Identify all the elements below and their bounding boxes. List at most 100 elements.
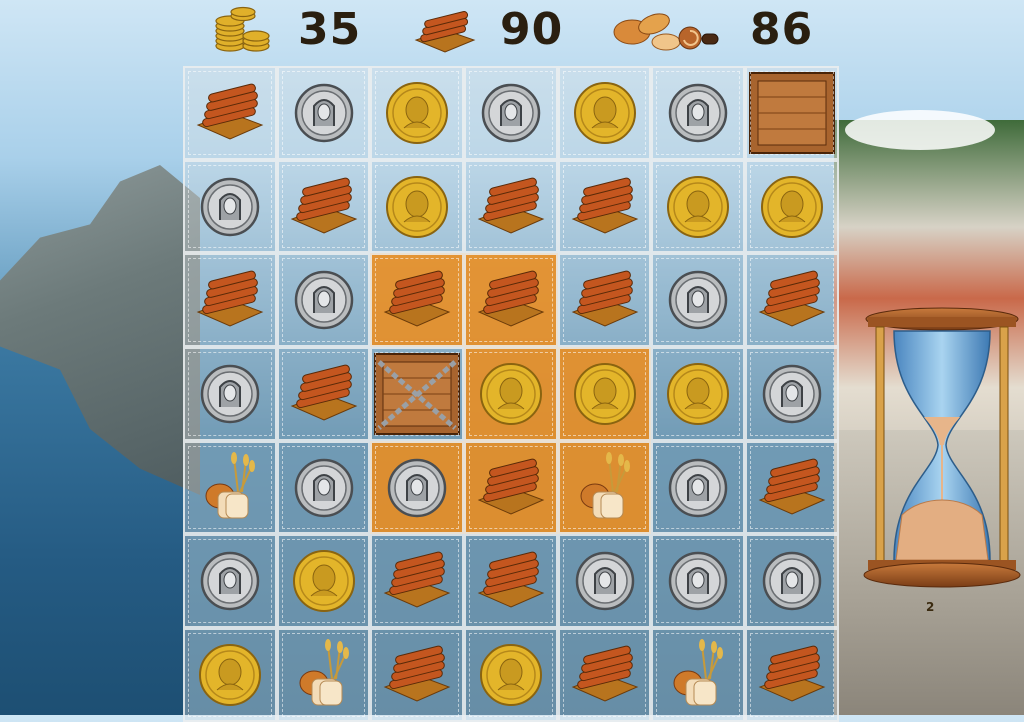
board-cell[interactable] — [651, 159, 746, 254]
wood-planks-icon — [288, 177, 360, 237]
board-cell[interactable] — [276, 628, 371, 722]
silver-coin-icon — [293, 82, 355, 144]
gold-coin-icon — [665, 361, 731, 427]
board-cell[interactable] — [745, 66, 839, 160]
gold-coin-icon — [291, 548, 357, 614]
board-cell[interactable] — [745, 440, 839, 535]
board-cell[interactable] — [464, 253, 558, 348]
board-cell[interactable] — [183, 347, 277, 441]
silver-coin-icon — [574, 550, 636, 612]
wood-planks-icon — [412, 4, 478, 58]
board-cell[interactable] — [370, 159, 465, 254]
board-cell[interactable] — [370, 66, 465, 160]
gold-coin-icon — [384, 174, 450, 240]
silver-coin-icon — [667, 550, 729, 612]
wood-planks-icon — [569, 270, 641, 330]
board-cell[interactable] — [651, 440, 746, 535]
wood-planks-icon — [475, 270, 547, 330]
silver-coin-icon — [667, 457, 729, 519]
gold-coin-icon — [197, 642, 263, 708]
board-cell[interactable] — [651, 347, 746, 441]
board-cell[interactable] — [557, 628, 652, 722]
board-cell[interactable] — [183, 534, 277, 629]
wood-planks-icon — [756, 458, 828, 518]
wood-counter — [412, 4, 478, 58]
gold-coin-icon — [759, 174, 825, 240]
bread-wheat-icon — [294, 638, 354, 711]
wood-value: 90 — [500, 4, 564, 55]
silver-coin-icon — [199, 363, 261, 425]
board-cell[interactable] — [557, 347, 652, 441]
board-cell[interactable] — [651, 253, 746, 348]
wood-planks-icon — [475, 458, 547, 518]
wood-count: 90 — [500, 4, 563, 55]
wood-planks-icon — [381, 645, 453, 705]
silver-coin-icon — [761, 550, 823, 612]
gold-count: 35 — [298, 4, 361, 55]
bread-pastries-icon — [610, 4, 722, 58]
board-cell[interactable] — [557, 440, 652, 535]
board-cell[interactable] — [183, 628, 277, 722]
silver-coin-icon — [199, 550, 261, 612]
board-cell[interactable] — [370, 628, 465, 722]
wood-planks-icon — [569, 645, 641, 705]
board-cell[interactable] — [557, 66, 652, 160]
board-cell[interactable] — [183, 66, 277, 160]
silver-coin-icon — [386, 457, 448, 519]
board-cell[interactable] — [370, 534, 465, 629]
board-cell[interactable] — [464, 440, 558, 535]
board-cell[interactable] — [276, 159, 371, 254]
board-cell[interactable] — [183, 440, 277, 535]
gold-coin-icon — [572, 80, 638, 146]
silver-coin-icon — [199, 176, 261, 238]
board-cell[interactable] — [745, 253, 839, 348]
wood-planks-icon — [194, 270, 266, 330]
board-cell[interactable] — [651, 628, 746, 722]
board-cell[interactable] — [370, 253, 465, 348]
gold-coin-icon — [665, 174, 731, 240]
wood-planks-icon — [381, 270, 453, 330]
chained-crate-icon — [373, 352, 461, 436]
silver-coin-icon — [667, 269, 729, 331]
board-cell[interactable] — [183, 253, 277, 348]
wood-planks-icon — [381, 551, 453, 611]
board-cell[interactable] — [651, 534, 746, 629]
board-cell[interactable] — [557, 253, 652, 348]
silver-coin-icon — [667, 82, 729, 144]
cloud — [845, 110, 995, 150]
timer-label: 2 — [926, 600, 935, 614]
board-cell[interactable] — [651, 66, 746, 160]
board-cell[interactable] — [745, 159, 839, 254]
board-cell[interactable] — [464, 159, 558, 254]
board-cell[interactable] — [464, 66, 558, 160]
gold-coin-icon — [478, 642, 544, 708]
board-cell[interactable] — [276, 534, 371, 629]
wood-planks-icon — [756, 270, 828, 330]
silver-coin-icon — [293, 457, 355, 519]
food-count: 86 — [750, 4, 813, 55]
board-cell[interactable] — [276, 440, 371, 535]
board-cell[interactable] — [464, 347, 558, 441]
board-cell[interactable] — [183, 159, 277, 254]
board-cell[interactable] — [276, 66, 371, 160]
board-cell[interactable] — [370, 440, 465, 535]
board-cell[interactable] — [557, 534, 652, 629]
board-cell[interactable] — [745, 628, 839, 722]
bread-wheat-icon — [200, 451, 260, 524]
board-cell[interactable] — [276, 347, 371, 441]
board-cell[interactable] — [464, 534, 558, 629]
food-counter — [610, 4, 722, 58]
silver-coin-icon — [293, 269, 355, 331]
gold-coin-icon — [478, 361, 544, 427]
silver-coin-icon — [761, 363, 823, 425]
board-cell[interactable] — [557, 159, 652, 254]
board-cell[interactable] — [464, 628, 558, 722]
wood-planks-icon — [194, 83, 266, 143]
board-cell[interactable] — [745, 534, 839, 629]
wood-planks-icon — [756, 645, 828, 705]
board-cell[interactable] — [370, 347, 465, 441]
board-cell[interactable] — [745, 347, 839, 441]
board-cell[interactable] — [276, 253, 371, 348]
gold-value: 35 — [298, 4, 362, 55]
game-board[interactable] — [183, 66, 839, 722]
